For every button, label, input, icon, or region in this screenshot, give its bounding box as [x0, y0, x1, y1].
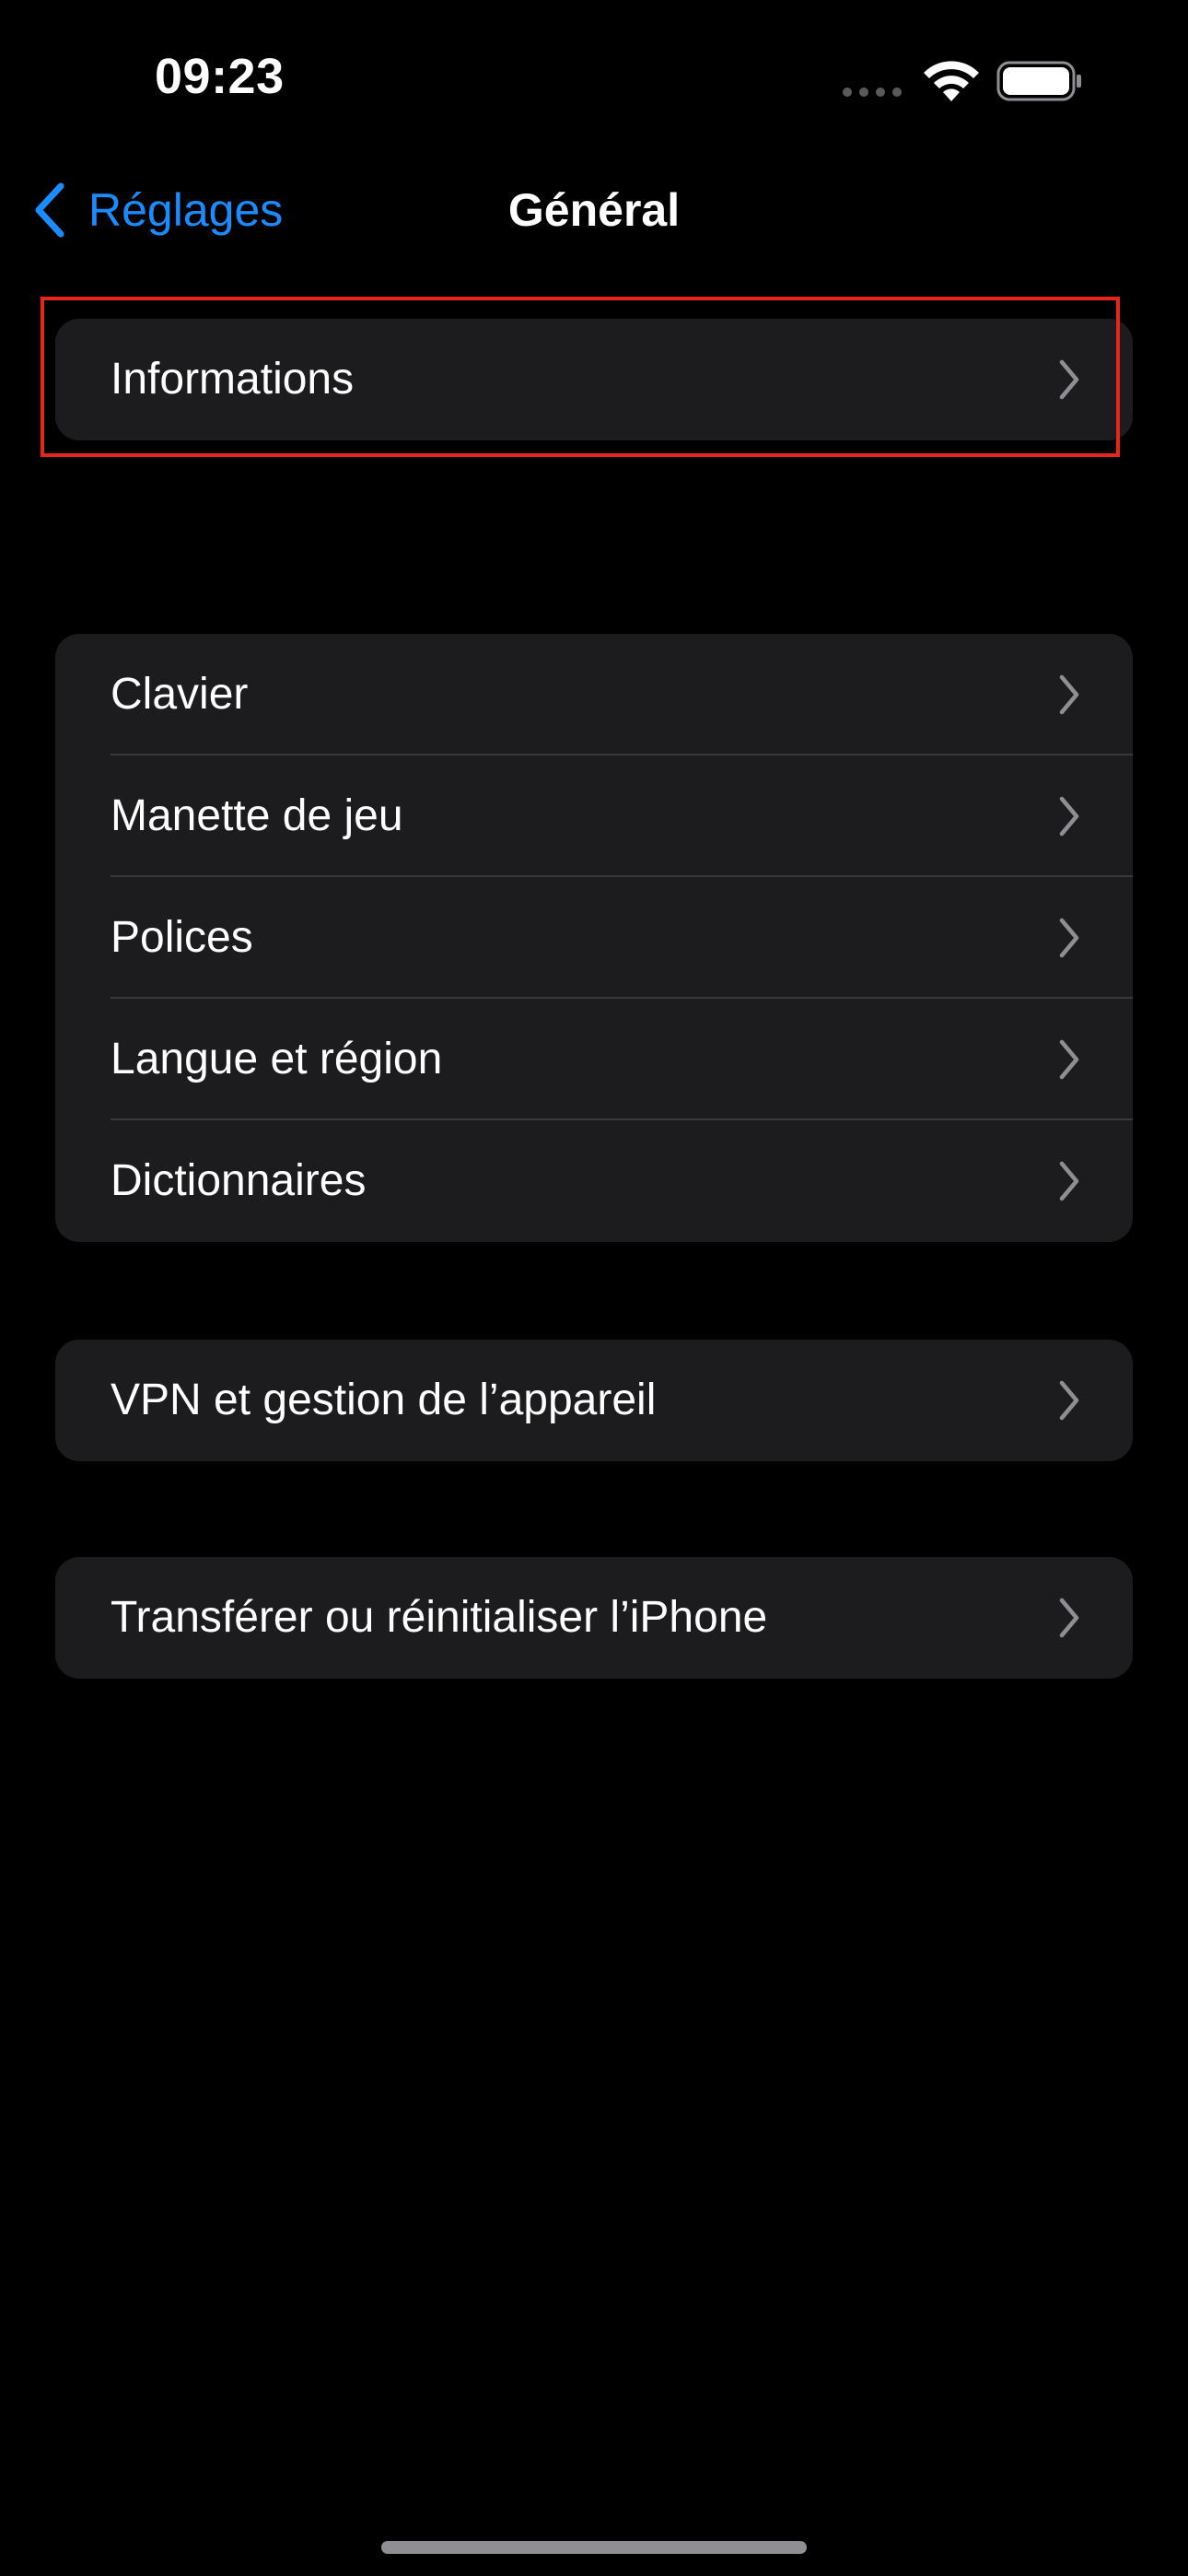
row-langue-et-region[interactable]: Langue et région — [55, 999, 1133, 1120]
row-label: Dictionnaires — [111, 1156, 367, 1205]
chevron-right-icon — [1059, 359, 1079, 400]
row-label: VPN et gestion de l’appareil — [111, 1376, 657, 1424]
settings-group-reset: Transférer ou réinitialiser l’iPhone — [55, 1557, 1133, 1679]
chevron-right-icon — [1059, 1039, 1079, 1080]
chevron-right-icon — [1059, 1598, 1079, 1638]
row-informations[interactable]: Informations — [55, 319, 1133, 440]
row-label: Manette de jeu — [111, 791, 403, 840]
chevron-left-icon — [35, 182, 64, 238]
home-indicator[interactable] — [381, 2541, 807, 2554]
wifi-icon — [924, 61, 979, 101]
row-label: Langue et région — [111, 1035, 443, 1083]
row-label: Informations — [111, 355, 355, 404]
status-bar: 09:23 — [0, 0, 1188, 157]
chevron-right-icon — [1059, 796, 1079, 837]
chevron-right-icon — [1059, 918, 1079, 958]
row-label: Polices — [111, 913, 253, 962]
row-manette-de-jeu[interactable]: Manette de jeu — [55, 755, 1133, 877]
back-button[interactable]: Réglages — [31, 175, 283, 245]
settings-group-main: Clavier Manette de jeu Polices Langue et… — [55, 634, 1133, 1242]
row-transferer-reinitialiser[interactable]: Transférer ou réinitialiser l’iPhone — [55, 1557, 1133, 1679]
settings-group-vpn: VPN et gestion de l’appareil — [55, 1340, 1133, 1461]
row-clavier[interactable]: Clavier — [55, 634, 1133, 755]
battery-icon — [996, 61, 1081, 101]
row-polices[interactable]: Polices — [55, 877, 1133, 999]
chevron-right-icon — [1059, 1380, 1079, 1421]
row-vpn-gestion-appareil[interactable]: VPN et gestion de l’appareil — [55, 1340, 1133, 1461]
chevron-right-icon — [1059, 1161, 1079, 1201]
row-label: Clavier — [111, 670, 249, 719]
chevron-right-icon — [1059, 674, 1079, 715]
row-dictionnaires[interactable]: Dictionnaires — [55, 1120, 1133, 1242]
row-label: Transférer ou réinitialiser l’iPhone — [111, 1593, 768, 1642]
cellular-dots-icon — [843, 88, 902, 97]
settings-group-info: Informations — [55, 319, 1133, 440]
back-button-label: Réglages — [88, 184, 284, 236]
status-time: 09:23 — [155, 49, 285, 104]
